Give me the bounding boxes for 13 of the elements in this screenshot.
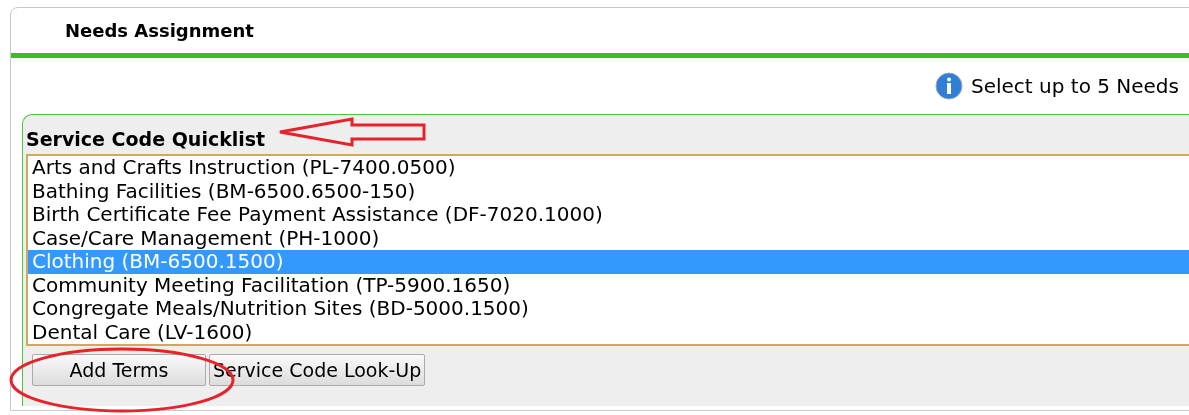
list-option[interactable]: Bathing Facilities (BM-6500.6500-150) <box>28 179 1189 203</box>
list-option[interactable]: Dental Care (LV-1600) <box>28 320 1189 344</box>
list-option[interactable]: Case/Care Management (PH-1000) <box>28 226 1189 250</box>
quicklist-title: Service Code Quicklist <box>26 127 266 153</box>
service-code-listbox[interactable] <box>26 154 1189 346</box>
list-option[interactable]: Arts and Crafts Instruction (PL-7400.0500) <box>28 156 1189 180</box>
info-icon <box>935 72 963 100</box>
list-option[interactable]: Community Meeting Facilitation (TP-5900.1650) <box>28 273 1189 297</box>
add-terms-button[interactable]: Add Terms <box>32 354 206 386</box>
list-option[interactable]: Birth Certificate Fee Payment Assistance (DF-7020.1000) <box>28 203 1189 227</box>
hint-text: Select up to 5 Needs <box>971 73 1179 100</box>
list-option[interactable]: Congregate Meals/Nutrition Sites (BD-5000.1500) <box>28 297 1189 321</box>
panel-title: Needs Assignment <box>65 19 254 43</box>
